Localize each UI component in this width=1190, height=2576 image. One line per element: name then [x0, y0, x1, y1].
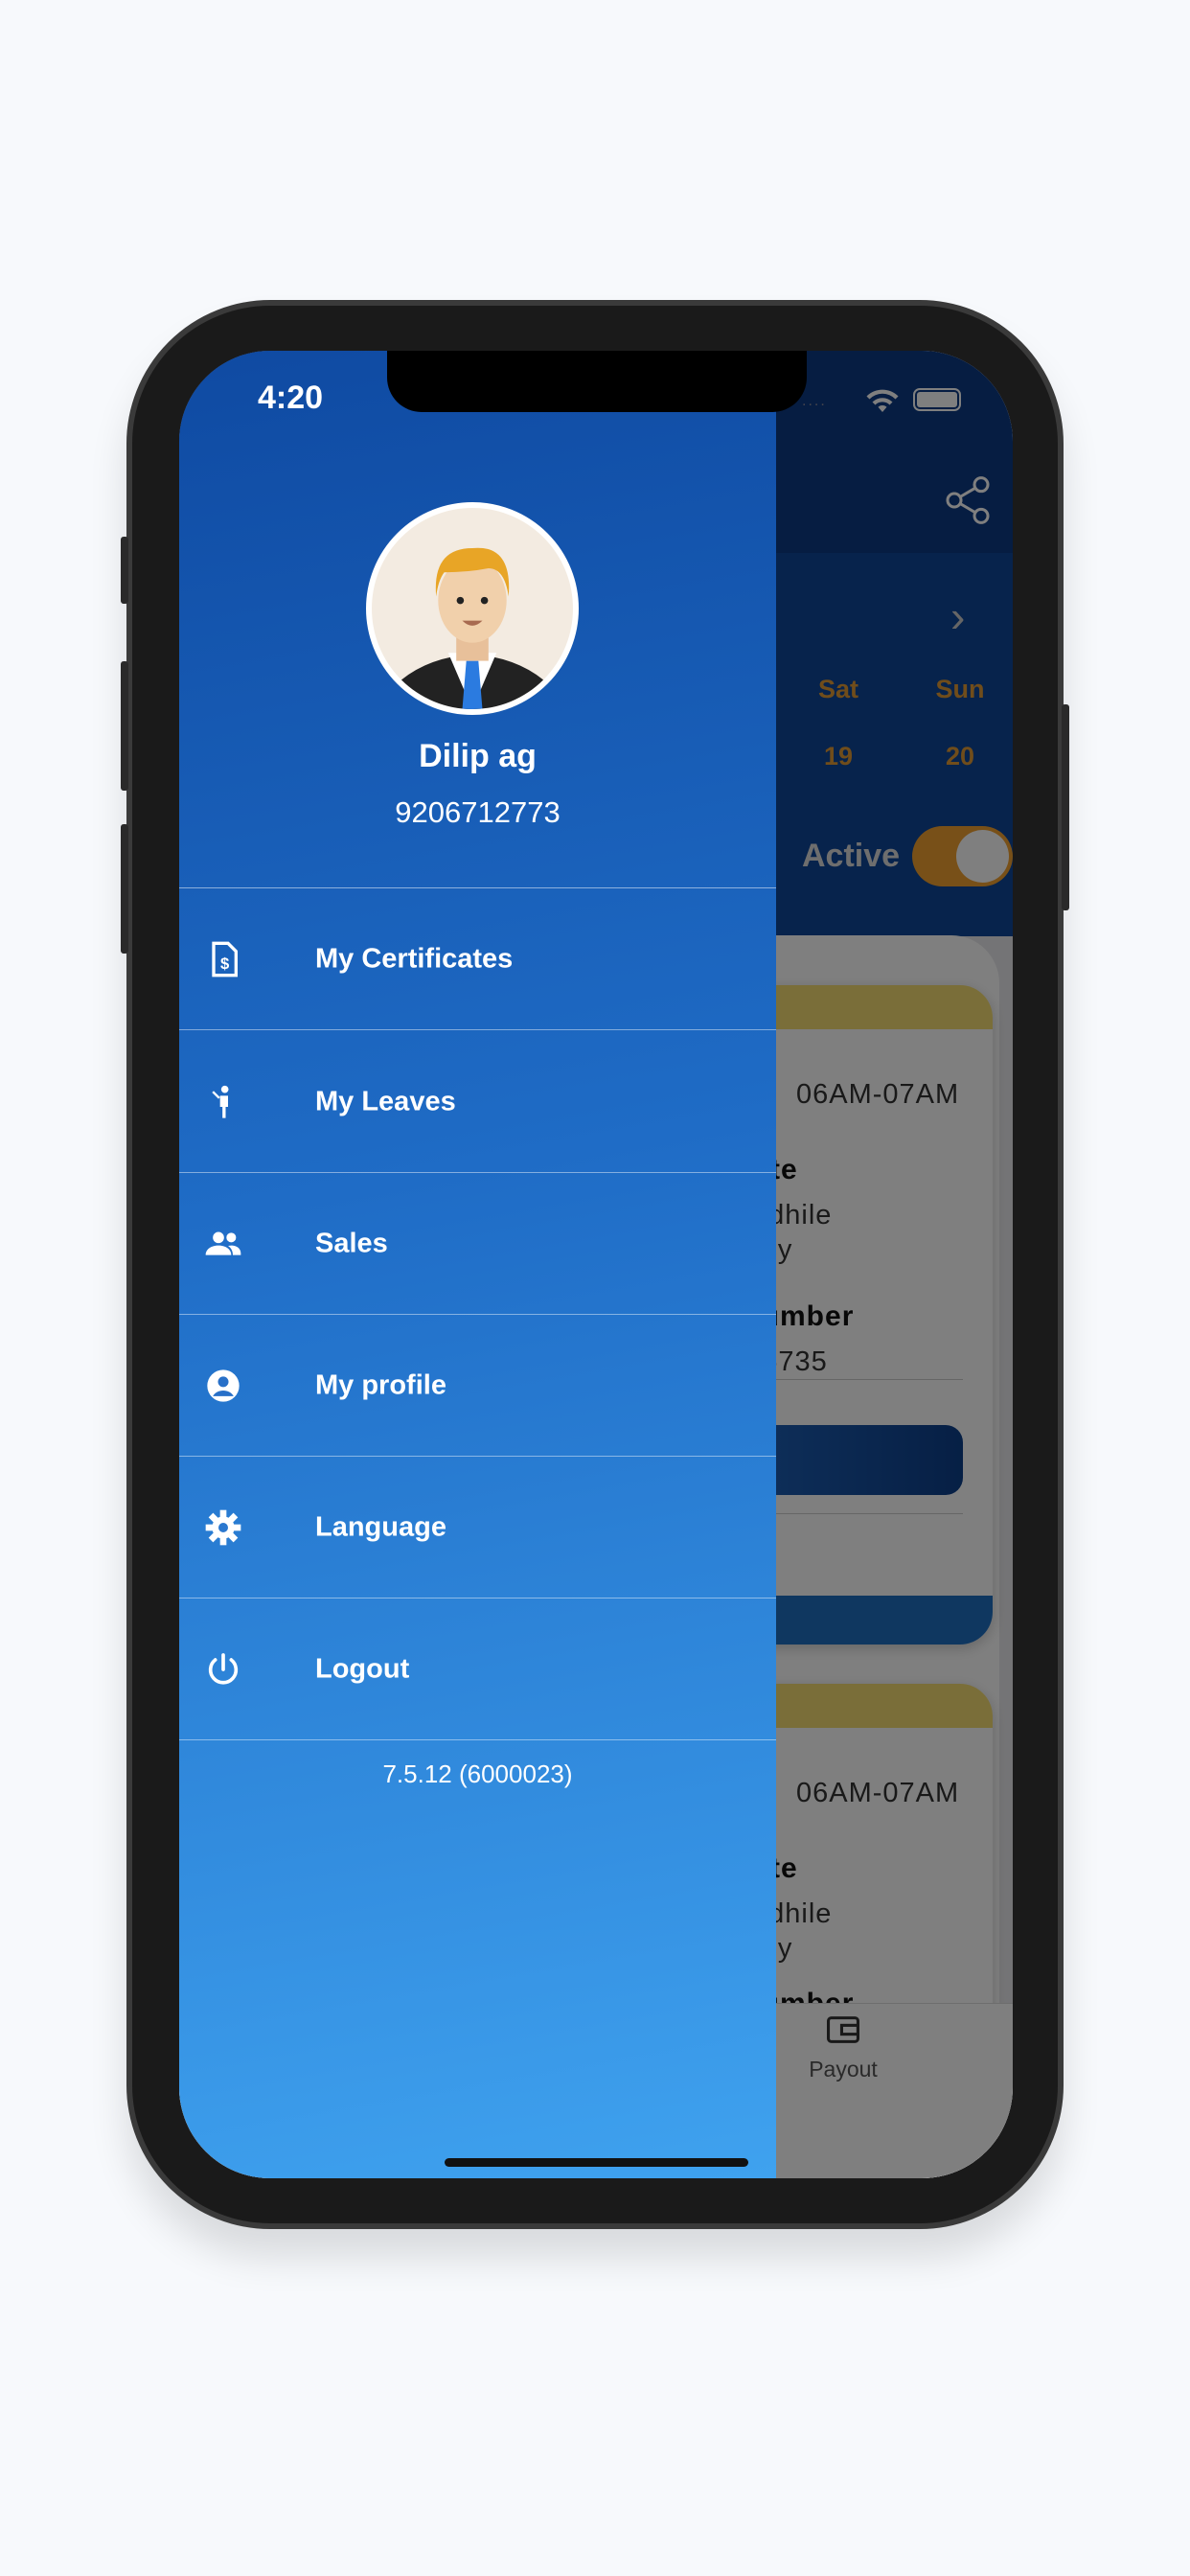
user-phone: 9206712773: [395, 795, 561, 829]
avatar-illustration: [387, 547, 558, 709]
menu-item-label: My Leaves: [315, 1086, 456, 1116]
menu-item-my-profile[interactable]: My profile: [179, 1315, 776, 1457]
volume-down-button: [121, 824, 128, 954]
menu-item-label: My Certificates: [315, 943, 514, 974]
certificate-icon: $: [212, 941, 238, 977]
menu-item-language[interactable]: Language: [179, 1457, 776, 1598]
menu-item-sales[interactable]: Sales: [179, 1173, 776, 1315]
menu-item-label: Language: [315, 1511, 446, 1542]
status-time: 4:20: [258, 380, 324, 416]
volume-up-button: [121, 661, 128, 791]
notch: [387, 351, 807, 412]
svg-text:$: $: [220, 954, 230, 973]
menu-item-my-leaves[interactable]: My Leaves: [179, 1031, 776, 1173]
power-button: [1062, 704, 1069, 910]
leave-person-icon: [212, 1085, 229, 1118]
power-icon: [208, 1652, 239, 1685]
menu-item-my-certificates[interactable]: $ My Certificates: [179, 888, 776, 1030]
menu-item-label: Logout: [315, 1653, 410, 1684]
mute-switch: [121, 537, 128, 604]
gear-icon: [205, 1509, 241, 1545]
screen: › Sat Sun 19 20 Active 06AM-07AM p Site …: [179, 351, 1013, 2178]
menu-item-label: Sales: [315, 1228, 388, 1258]
account-circle-icon: [207, 1368, 240, 1402]
user-name: Dilip ag: [419, 738, 537, 774]
people-icon: [205, 1231, 241, 1255]
menu-item-label: My profile: [315, 1369, 446, 1400]
app-version: 7.5.12 (6000023): [382, 1760, 573, 1788]
home-indicator[interactable]: [445, 2158, 748, 2167]
avatar[interactable]: [366, 502, 579, 715]
menu-item-logout[interactable]: Logout: [179, 1598, 776, 1740]
navigation-drawer: 4:20 Dilip ag 9206712773 $ My Certificat…: [179, 351, 776, 2178]
